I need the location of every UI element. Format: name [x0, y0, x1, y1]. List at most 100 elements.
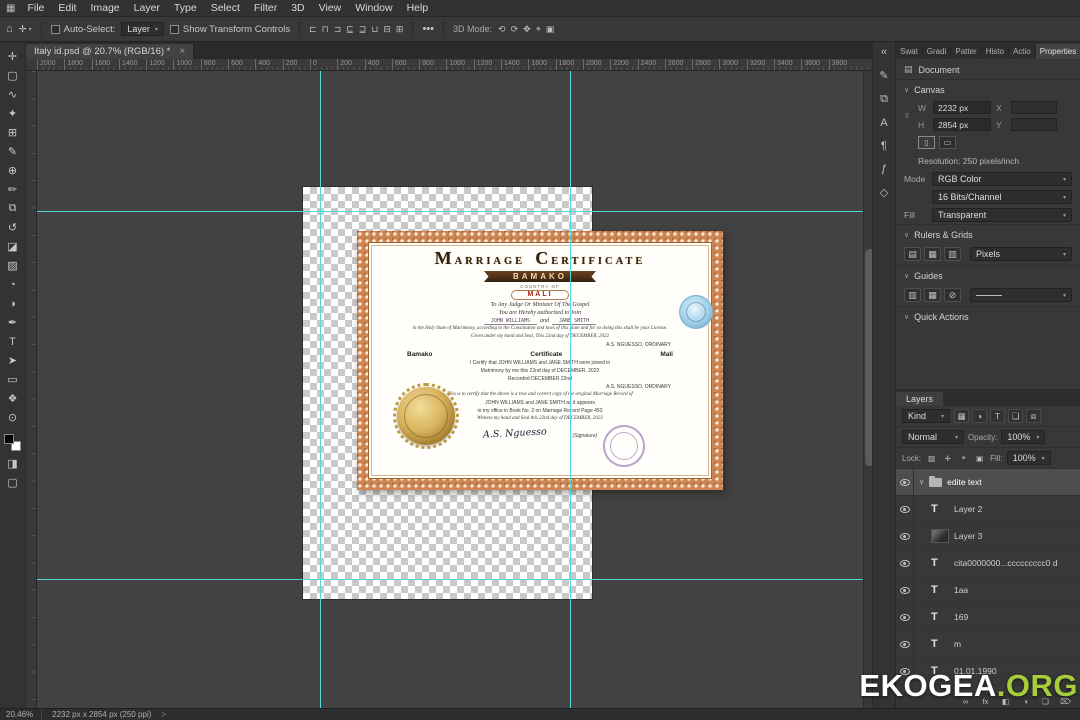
- align-icon[interactable]: ⊓: [322, 24, 329, 34]
- fill-dropdown[interactable]: 100% ▾: [1006, 451, 1051, 465]
- guides-section-header[interactable]: ∨ Guides: [896, 265, 1080, 285]
- align-icon[interactable]: ⊑: [346, 24, 354, 34]
- visibility-toggle[interactable]: [896, 469, 914, 495]
- zoom-level-field[interactable]: 20.46%: [6, 710, 43, 719]
- lock-pixels-icon[interactable]: ✛: [941, 452, 954, 464]
- type-tool[interactable]: T: [2, 332, 24, 351]
- height-field[interactable]: 2854 px: [933, 118, 991, 131]
- brush-settings-icon[interactable]: ✎: [879, 69, 888, 82]
- menu-item[interactable]: Filter: [247, 2, 284, 14]
- menu-item[interactable]: Help: [400, 2, 436, 14]
- visibility-toggle[interactable]: [896, 631, 914, 657]
- layer-row[interactable]: T 169: [896, 604, 1080, 631]
- layer-row[interactable]: T m: [896, 631, 1080, 658]
- layer-row[interactable]: T 1aa: [896, 577, 1080, 604]
- filter-type-layers-icon[interactable]: T: [990, 409, 1005, 423]
- filter-smart-objects-icon[interactable]: ⧈: [1026, 409, 1041, 423]
- crop-tool[interactable]: ⊞: [2, 123, 24, 142]
- visibility-toggle[interactable]: [896, 604, 914, 630]
- app-logo-icon[interactable]: ▦: [0, 3, 20, 14]
- layer-row[interactable]: T cita0000000...ccccccccc0 d: [896, 550, 1080, 577]
- menu-item[interactable]: Edit: [51, 2, 83, 14]
- x-field[interactable]: [1011, 101, 1057, 114]
- lock-all-icon[interactable]: ▣: [973, 452, 986, 464]
- vertical-guide[interactable]: [320, 71, 321, 708]
- rectangle-tool[interactable]: ▭: [2, 370, 24, 389]
- visibility-toggle[interactable]: [896, 577, 914, 603]
- clone-stamp-tool[interactable]: ⧉: [2, 199, 24, 218]
- align-icon[interactable]: ⊞: [396, 24, 404, 34]
- lasso-tool[interactable]: ∿: [2, 85, 24, 104]
- screen-mode-icon[interactable]: ▢: [2, 473, 24, 492]
- foreground-color-swatch[interactable]: [4, 434, 14, 444]
- visibility-toggle[interactable]: [896, 496, 914, 522]
- bit-depth-dropdown[interactable]: 16 Bits/Channel ▾: [932, 190, 1072, 204]
- close-tab-icon[interactable]: ×: [179, 46, 185, 57]
- guide-layout-icon[interactable]: ▦: [924, 288, 941, 302]
- marquee-tool[interactable]: ▢: [2, 66, 24, 85]
- collapse-panels-icon[interactable]: «: [881, 46, 887, 58]
- pen-tool[interactable]: ✒: [2, 313, 24, 332]
- glyphs-panel-icon[interactable]: ƒ: [881, 163, 887, 175]
- status-arrow-icon[interactable]: >: [161, 710, 166, 719]
- filter-pixel-layers-icon[interactable]: ▦: [954, 409, 969, 423]
- zoom-tool[interactable]: ⊙: [2, 408, 24, 427]
- guide-style-dropdown[interactable]: ▾: [970, 288, 1072, 302]
- rulers-grids-section-header[interactable]: ∨ Rulers & Grids: [896, 224, 1080, 244]
- tab-swatches[interactable]: Swat: [896, 44, 923, 59]
- portrait-orientation-button[interactable]: ▯: [918, 136, 935, 149]
- layer-filter-kind-dropdown[interactable]: Kind ▾: [902, 409, 950, 423]
- vertical-scrollbar[interactable]: [863, 71, 872, 708]
- more-options-icon[interactable]: •••: [422, 23, 434, 35]
- move-tool[interactable]: ✛: [2, 47, 24, 66]
- toggle-rulers-icon[interactable]: ▤: [904, 247, 921, 261]
- auto-select-checkbox[interactable]: Auto-Select:: [50, 24, 115, 35]
- landscape-orientation-button[interactable]: ▭: [939, 136, 956, 149]
- align-icon[interactable]: ⊟: [383, 24, 391, 34]
- menu-item[interactable]: File: [20, 2, 51, 14]
- align-icon[interactable]: ⊔: [371, 24, 378, 34]
- color-mode-dropdown[interactable]: RGB Color ▾: [932, 172, 1072, 186]
- canvas-viewport[interactable]: MARRIAGE CERTIFICATE BAMAKO COUNTRY OF MA…: [26, 71, 872, 708]
- spot-healing-tool[interactable]: ⊕: [2, 161, 24, 180]
- vertical-ruler[interactable]: [26, 71, 37, 708]
- visibility-toggle[interactable]: [896, 523, 914, 549]
- history-brush-tool[interactable]: ↺: [2, 218, 24, 237]
- scrollbar-thumb[interactable]: [865, 249, 872, 466]
- layer-row[interactable]: Layer 3: [896, 523, 1080, 550]
- align-icon[interactable]: ⊒: [359, 24, 367, 34]
- color-swatches[interactable]: [4, 434, 21, 451]
- units-dropdown[interactable]: Pixels ▾: [970, 247, 1072, 261]
- lock-transparency-icon[interactable]: ▨: [925, 452, 938, 464]
- document-tab[interactable]: Italy id.psd @ 20.7% (RGB/16) * ×: [26, 44, 195, 59]
- menu-item[interactable]: Type: [167, 2, 204, 14]
- filter-adjustment-layers-icon[interactable]: ◑: [972, 409, 987, 423]
- tab-actions[interactable]: Actio: [1009, 44, 1036, 59]
- 3d-mode-icon[interactable]: ⟳: [511, 24, 519, 34]
- align-icon[interactable]: ⊐: [334, 24, 342, 34]
- filter-shape-layers-icon[interactable]: ❏: [1008, 409, 1023, 423]
- horizontal-guide[interactable]: [37, 579, 872, 580]
- character-panel-icon[interactable]: A: [880, 117, 887, 129]
- canvas-fill-dropdown[interactable]: Transparent ▾: [932, 208, 1072, 222]
- quick-selection-tool[interactable]: ✦: [2, 104, 24, 123]
- home-icon[interactable]: ⌂: [6, 23, 13, 35]
- link-dimensions-icon[interactable]: ∞: [902, 113, 911, 119]
- blend-mode-dropdown[interactable]: Normal ▾: [902, 430, 964, 444]
- layer-row-group[interactable]: ∨ edite text: [896, 469, 1080, 496]
- toggle-snap-icon[interactable]: ▥: [944, 247, 961, 261]
- paragraph-panel-icon[interactable]: ¶: [881, 140, 887, 152]
- 3d-mode-icon[interactable]: ✥: [523, 24, 531, 34]
- visibility-toggle[interactable]: [896, 550, 914, 576]
- blur-tool[interactable]: ◔: [2, 275, 24, 294]
- 3d-mode-icon[interactable]: ⌖: [536, 24, 541, 34]
- tab-history[interactable]: Histo: [982, 44, 1009, 59]
- width-field[interactable]: 2232 px: [933, 101, 991, 114]
- tab-properties[interactable]: Properties: [1035, 44, 1080, 59]
- menu-item[interactable]: 3D: [284, 2, 311, 14]
- eyedropper-tool[interactable]: ✎: [2, 142, 24, 161]
- eraser-tool[interactable]: ◪: [2, 237, 24, 256]
- current-tool-button[interactable]: ✛ ▾: [19, 24, 32, 35]
- 3d-mode-icon[interactable]: ▣: [546, 24, 555, 34]
- brush-tool[interactable]: ✏: [2, 180, 24, 199]
